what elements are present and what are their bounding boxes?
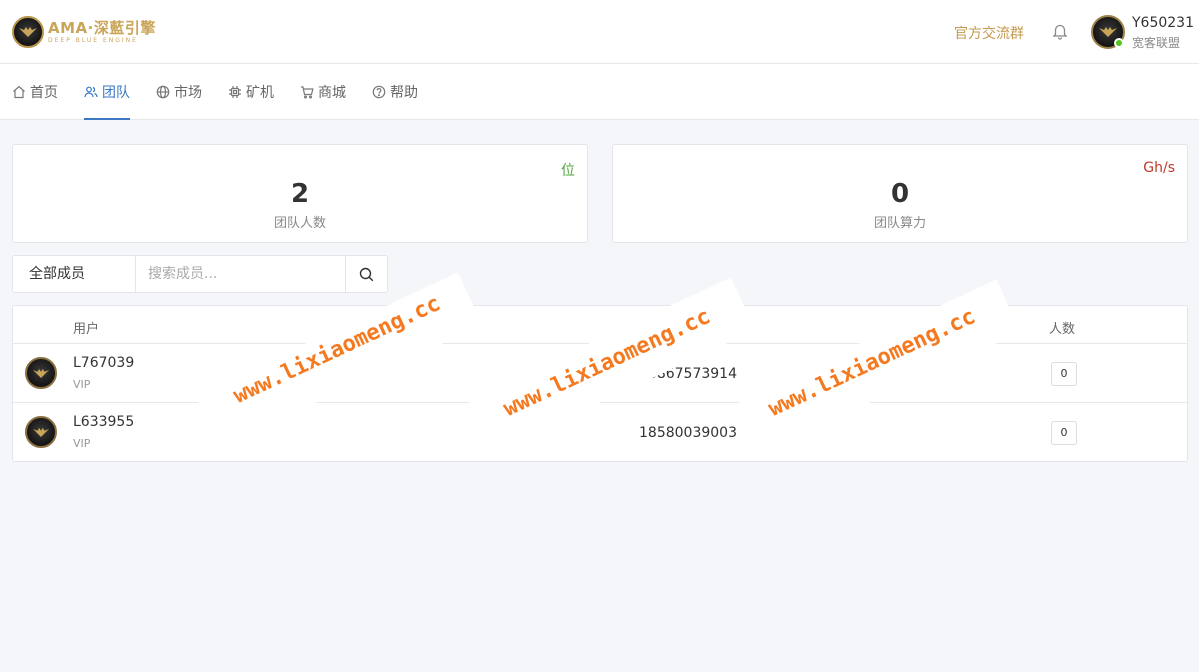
nav-item-label: 帮助: [390, 85, 418, 101]
stat-card-members: 位 2 团队人数: [12, 144, 588, 243]
column-header-user: 用户: [73, 322, 100, 337]
search-icon: [359, 267, 374, 281]
stat-unit: Gh/s: [1143, 160, 1175, 176]
logo-sub-text: DEEP BLUE ENGINE: [48, 36, 138, 44]
nav-item-label: 商城: [318, 85, 346, 101]
table-row[interactable]: L767039 VIP 18867573914 0: [13, 343, 1187, 402]
stat-unit: 位: [561, 163, 575, 179]
nav-item-market[interactable]: 市场: [156, 64, 202, 120]
table-row[interactable]: L633955 VIP 18580039003 0: [13, 402, 1187, 461]
stat-label: 团队算力: [873, 216, 926, 231]
member-search-input[interactable]: [135, 255, 346, 293]
online-status-dot: [1114, 38, 1124, 48]
cart-icon: [301, 86, 314, 99]
nav-item-label: 市场: [174, 85, 202, 101]
main-nav: 首页 团队 市场 矿机 商城 帮助: [0, 64, 1199, 120]
team-icon: [84, 86, 98, 98]
column-header-phone: 电话: [669, 322, 696, 337]
user-id[interactable]: Y650231: [1132, 15, 1194, 31]
nav-item-label: 团队: [102, 85, 130, 101]
bell-icon[interactable]: [1051, 22, 1069, 40]
member-count-badge: 0: [1051, 362, 1077, 386]
column-header-count: 人数: [1049, 322, 1076, 337]
member-name: L767039: [73, 355, 135, 371]
search-button[interactable]: [345, 255, 388, 293]
nav-item-shop[interactable]: 商城: [300, 64, 346, 120]
user-org: 宽客联盟: [1132, 36, 1181, 50]
member-name: L633955: [73, 414, 135, 430]
member-phone: 18580039003: [639, 425, 737, 441]
nav-item-miner[interactable]: 矿机: [228, 64, 274, 120]
nav-item-team[interactable]: 团队: [84, 64, 130, 120]
member-level: VIP: [73, 378, 91, 391]
stat-card-hashrate: Gh/s 0 团队算力: [612, 144, 1188, 243]
nav-item-home[interactable]: 首页: [12, 64, 58, 120]
stat-label: 团队人数: [273, 216, 326, 231]
home-icon: [13, 85, 25, 99]
avatar: [25, 357, 57, 389]
chip-icon: [229, 86, 241, 98]
stat-value: 0: [890, 179, 910, 209]
top-bar: AMA·深藍引擎 DEEP BLUE ENGINE 官方交流群 Y650231 …: [0, 0, 1199, 64]
logo-text: AMA·深藍引擎 DEEP BLUE ENGINE: [48, 18, 156, 44]
logo-badge-icon: [12, 16, 44, 48]
member-level: VIP: [73, 437, 91, 450]
nav-item-help[interactable]: 帮助: [372, 64, 418, 120]
globe-icon: [156, 85, 170, 99]
member-filter-select[interactable]: 全部成员: [12, 255, 136, 293]
stat-value: 2: [290, 179, 310, 209]
nav-item-label: 矿机: [246, 85, 274, 101]
member-table: 用户 电话 人数 L767039 VIP 18867573914 0 L6339…: [12, 305, 1188, 462]
help-icon: [372, 85, 386, 99]
logo-main-text: AMA·深藍引擎: [48, 18, 156, 37]
logo[interactable]: AMA·深藍引擎 DEEP BLUE ENGINE: [12, 15, 156, 49]
avatar: [25, 416, 57, 448]
member-phone: 18867573914: [639, 366, 737, 382]
nav-item-label: 首页: [30, 85, 58, 101]
community-link[interactable]: 官方交流群: [954, 23, 1024, 43]
member-count-badge: 0: [1051, 421, 1077, 445]
